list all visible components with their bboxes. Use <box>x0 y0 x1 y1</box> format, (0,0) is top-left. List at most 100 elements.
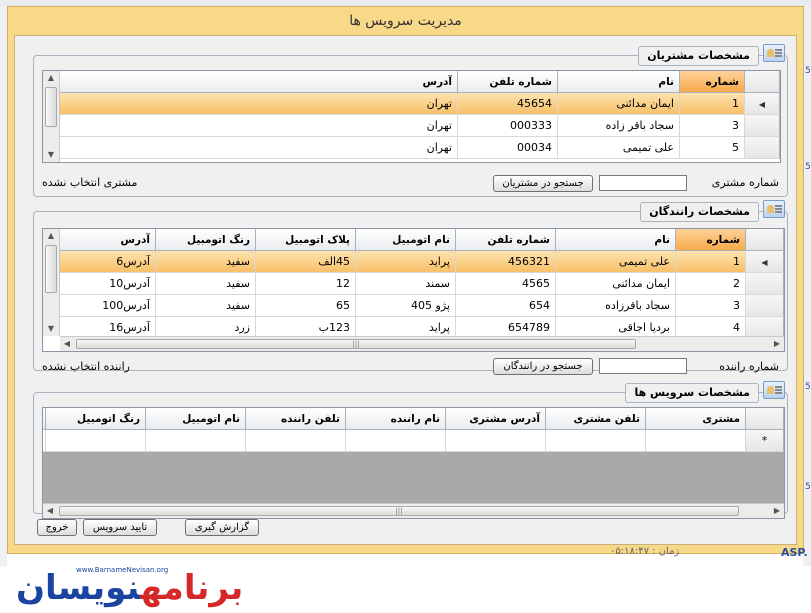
column-header-car-color[interactable]: رنگ اتومبیل <box>46 408 146 430</box>
cell-name[interactable]: علی تمیمی <box>556 251 676 273</box>
cell-car[interactable]: سمند <box>356 273 456 295</box>
cell-id[interactable]: 1 <box>680 93 745 115</box>
column-header-driver-phone[interactable]: تلفن راننده <box>246 408 346 430</box>
cell-address[interactable]: آدرس10 <box>60 273 156 295</box>
column-header-address[interactable]: آدرس <box>60 71 458 93</box>
scroll-thumb[interactable]: ||| <box>76 339 636 349</box>
column-header-name[interactable]: نام <box>556 229 676 251</box>
cell-name[interactable]: سجاد باقر زاده <box>558 115 680 137</box>
scroll-thumb[interactable] <box>45 87 57 127</box>
column-header-customer-address[interactable]: آدرس مشتری <box>446 408 546 430</box>
cell-id[interactable]: 2 <box>676 273 746 295</box>
column-header-driver-name[interactable]: نام راننده <box>346 408 446 430</box>
cell-phone[interactable]: 000333 <box>458 115 558 137</box>
cell-plate[interactable]: 45الف <box>256 251 356 273</box>
cell-driver-name[interactable] <box>346 430 446 452</box>
column-header-address[interactable]: آدرس <box>60 229 156 251</box>
scroll-up-icon[interactable]: ▲ <box>43 71 59 85</box>
scroll-up-icon[interactable]: ▲ <box>43 229 59 243</box>
column-header-name[interactable]: نام <box>558 71 680 93</box>
confirm-service-button[interactable]: تایید سرویس <box>83 519 157 536</box>
drivers-group: مشخصات رانندگان ▲ ▼ شماره نام شماره تلفن… <box>33 200 788 375</box>
column-header-phone[interactable]: شماره تلفن <box>456 229 556 251</box>
cell-driver-phone[interactable] <box>246 430 346 452</box>
cell-customer-phone[interactable] <box>546 430 646 452</box>
cell-name[interactable]: ایمان مدائنی <box>556 273 676 295</box>
scroll-down-icon[interactable]: ▼ <box>43 322 59 336</box>
drivers-grid[interactable]: ▲ ▼ شماره نام شماره تلفن نام اتومبیل پلا… <box>42 228 785 352</box>
cell-car[interactable]: پژو 405 <box>356 295 456 317</box>
background-side-text: 5. <box>805 162 811 172</box>
customers-vertical-scrollbar[interactable]: ▲ ▼ <box>43 71 60 162</box>
cell-car-name[interactable] <box>146 430 246 452</box>
cell-id[interactable]: 3 <box>680 115 745 137</box>
dialog-client-area: مشخصات مشتریان ▲ ▼ شماره نام شماره تلفن … <box>14 35 797 545</box>
column-header-customer-phone[interactable]: تلفن مشتری <box>546 408 646 430</box>
driver-number-input[interactable] <box>599 358 687 374</box>
row-indicator: ◀ <box>746 251 784 273</box>
customers-grid[interactable]: ▲ ▼ شماره نام شماره تلفن آدرس ◀ 1 ایمان … <box>42 70 781 163</box>
exit-button[interactable]: خروج <box>37 519 77 536</box>
cell-address[interactable]: تهران <box>60 137 458 159</box>
scroll-left-icon[interactable]: ◀ <box>43 504 57 518</box>
logo-word-blue: نویسان <box>16 568 141 608</box>
cell-address[interactable]: آدرس6 <box>60 251 156 273</box>
cell-id[interactable]: 1 <box>676 251 746 273</box>
cell-phone[interactable]: 45654 <box>458 93 558 115</box>
service-management-dialog: مدیریت سرویس ها مشخصات مشتریان ▲ ▼ شماره… <box>7 6 804 554</box>
cell-phone[interactable]: 654 <box>456 295 556 317</box>
cell-color[interactable]: سفید <box>156 251 256 273</box>
logo-wordmark: برنامهنویسان <box>16 568 244 608</box>
cell-address[interactable]: آدرس100 <box>60 295 156 317</box>
column-header-plate[interactable]: پلاک اتومبیل <box>256 229 356 251</box>
contact-card-icon <box>763 381 785 399</box>
row-indicator <box>745 115 780 137</box>
cell-address[interactable]: تهران <box>60 93 458 115</box>
column-header-car[interactable]: نام اتومبیل <box>356 229 456 251</box>
search-drivers-button[interactable]: جستجو در رانندگان <box>493 358 593 375</box>
column-header-customer[interactable]: مشتری <box>646 408 746 430</box>
background-side-text: 5. <box>805 482 811 492</box>
new-row-marker: * <box>761 434 768 447</box>
dialog-title: مدیریت سرویس ها <box>349 13 462 29</box>
column-header-id[interactable]: شماره <box>676 229 746 251</box>
report-button[interactable]: گزارش گیری <box>185 519 259 536</box>
scroll-right-icon[interactable]: ▶ <box>770 504 784 518</box>
cell-customer[interactable] <box>646 430 746 452</box>
services-horizontal-scrollbar[interactable]: ◀ ||| ▶ <box>43 503 784 518</box>
cell-car[interactable]: پراید <box>356 251 456 273</box>
customer-number-input[interactable] <box>599 175 687 191</box>
scroll-right-icon[interactable]: ▶ <box>770 337 784 351</box>
cell-color[interactable]: سفید <box>156 273 256 295</box>
cell-address[interactable]: تهران <box>60 115 458 137</box>
column-header-color[interactable]: رنگ اتومبیل <box>156 229 256 251</box>
column-header-phone[interactable]: شماره تلفن <box>458 71 558 93</box>
column-header-id[interactable]: شماره <box>680 71 745 93</box>
cell-car-color[interactable] <box>46 430 146 452</box>
cell-name[interactable]: علی تمیمی <box>558 137 680 159</box>
cell-id[interactable]: 5 <box>680 137 745 159</box>
cell-phone[interactable]: 456321 <box>456 251 556 273</box>
cell-phone[interactable]: 4565 <box>456 273 556 295</box>
row-header-corner <box>746 408 784 430</box>
cell-id[interactable]: 3 <box>676 295 746 317</box>
cell-phone[interactable]: 00034 <box>458 137 558 159</box>
cell-plate[interactable]: 65 <box>256 295 356 317</box>
services-group-title: مشخصات سرویس ها <box>625 383 759 403</box>
cell-color[interactable]: سفید <box>156 295 256 317</box>
drivers-vertical-scrollbar[interactable]: ▲ ▼ <box>43 229 60 336</box>
cell-name[interactable]: سجاد باقرزاده <box>556 295 676 317</box>
scroll-thumb[interactable]: ||| <box>59 506 739 516</box>
cell-plate[interactable]: 12 <box>256 273 356 295</box>
scroll-thumb[interactable] <box>45 245 57 293</box>
scroll-left-icon[interactable]: ◀ <box>60 337 74 351</box>
search-customers-button[interactable]: جستجو در مشتریان <box>493 175 593 192</box>
row-header-corner <box>745 71 780 93</box>
services-grid[interactable]: مشتری تلفن مشتری آدرس مشتری نام راننده ت… <box>42 407 785 519</box>
cell-customer-address[interactable] <box>446 430 546 452</box>
drivers-horizontal-scrollbar[interactable]: ◀ ||| ▶ <box>60 336 784 351</box>
cell-name[interactable]: ایمان مدائنی <box>558 93 680 115</box>
background-side-text: 5. <box>805 382 811 392</box>
scroll-down-icon[interactable]: ▼ <box>43 148 59 162</box>
column-header-car-name[interactable]: نام اتومبیل <box>146 408 246 430</box>
